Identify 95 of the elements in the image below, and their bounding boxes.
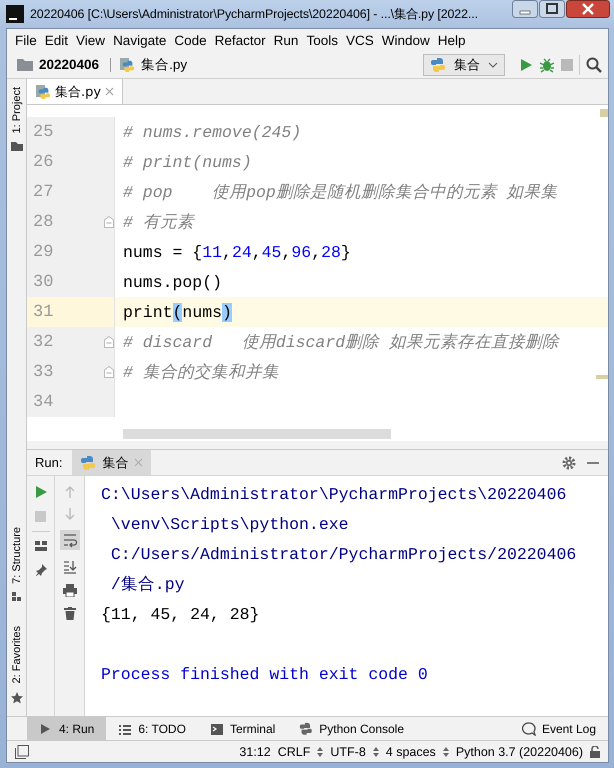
menu-item[interactable]: View [74,32,110,48]
menu-item[interactable]: Tools [304,32,343,48]
code-line: # 集合的交集和并集 [123,362,279,383]
tool-window-tab[interactable]: Event Log [510,717,608,740]
menu-item[interactable]: File [13,32,42,48]
console-line: \venv\Scripts\python.exe [110,514,350,536]
console-line: /集合.py [110,574,186,596]
line-number: 27 [33,182,54,202]
python-file-icon [119,56,136,72]
indent-selector[interactable]: 4 spaces [386,744,436,758]
fold-marker-icon[interactable] [104,216,114,228]
console-line: Process finished with exit code 0 [101,664,429,686]
event-log-icon [522,722,536,736]
tool-window-button[interactable]: 1: Project [10,83,22,138]
menu-item[interactable]: Code [172,32,212,48]
line-number: 30 [33,272,54,292]
run-label: Run: [35,455,62,470]
terminal-icon [210,722,224,736]
warning-stripe [600,109,608,117]
line-number: 28 [33,212,54,232]
line-number: 31 [33,302,54,322]
minimize-button[interactable] [512,0,538,18]
code-line: # 有元素 [123,212,194,233]
up-down-arrows-icon [317,746,324,756]
structure-icon [12,592,22,602]
print-icon[interactable] [62,584,76,597]
menu-item[interactable]: Window [380,32,435,48]
layout-icon[interactable] [34,541,46,551]
code-line: # print(nums) [123,152,252,172]
line-number: 25 [33,122,54,142]
run-button[interactable] [519,58,533,72]
line-number: 29 [33,242,54,262]
run-configuration-dropdown[interactable]: 集合 [423,54,505,76]
editor-tab[interactable]: 集合.py [27,79,124,104]
code-line: print(nums) [123,302,232,322]
menu-item[interactable]: VCS [344,32,379,48]
tool-window-tab[interactable]: Terminal [198,717,288,740]
app-logo-icon [6,5,24,23]
soft-wrap-icon[interactable] [60,530,80,550]
maximize-button[interactable] [539,0,565,18]
menu-item[interactable]: Navigate [111,32,172,48]
code-line: # nums.remove(245) [123,122,302,142]
menu-item[interactable]: Edit [42,32,74,48]
encoding-selector[interactable]: UTF-8 [330,744,366,758]
code-line: # pop 使用pop删除是随机删除集合中的元素 如果集 [123,182,558,203]
code-line: nums = {11,24,45,96,28} [123,242,351,262]
up-down-arrows-icon [372,746,379,756]
tool-window-tab[interactable]: 4: Run [27,717,106,740]
python-icon [430,56,446,72]
python-icon [80,454,96,470]
line-number: 34 [33,392,54,412]
interpreter-selector[interactable]: Python 3.7 (20220406) [456,744,583,758]
python-icon [299,722,314,736]
menu-item[interactable]: Refactor [212,32,271,48]
line-separator-selector[interactable]: CRLF [278,744,310,758]
pin-icon[interactable] [34,564,46,576]
close-icon[interactable] [105,87,114,96]
cursor-position[interactable]: 31:12 [239,744,271,758]
tool-window-button[interactable]: 2: Favorites [10,622,22,688]
warning-stripe [596,375,608,379]
console-line: C:/Users/Administrator/PycharmProjects/20220406 [110,544,576,566]
window-title: 20220406 [C:\Users\Administrator\PycharmProjects\20220406] - ...\集合.py [2022... [30,6,479,22]
breadcrumb[interactable]: 集合.py [141,56,188,74]
scroll-to-end-icon[interactable] [62,560,76,574]
fold-marker-icon[interactable] [104,336,114,348]
horizontal-scrollbar[interactable] [123,429,391,439]
run-tab[interactable]: 集合 [72,450,152,475]
close-button[interactable] [566,0,610,18]
up-down-arrows-icon [442,746,449,756]
lock-icon [590,746,600,758]
console-line: {11, 45, 24, 28} [101,604,260,626]
folder-icon [10,141,22,152]
tool-window-tab[interactable]: 6: TODO [106,717,198,740]
chevron-down-icon [488,62,498,68]
code-line: # discard 使用discard删除 如果元素存在直接删除 [123,332,560,353]
line-number: 26 [33,152,54,172]
line-number: 32 [33,332,54,352]
settings-icon[interactable] [562,456,576,470]
fold-marker-icon[interactable] [104,366,114,378]
line-number: 33 [33,362,54,382]
python-file-icon [35,84,51,100]
debug-button[interactable] [539,56,555,72]
menu-item[interactable]: Help [436,32,470,48]
folder-icon [17,58,33,71]
tool-windows-icon[interactable] [15,744,29,758]
trash-icon[interactable] [64,607,76,620]
breadcrumb[interactable]: 20220406 [39,57,100,72]
menu-item[interactable]: Run [272,32,304,48]
star-icon [10,692,22,704]
rerun-icon[interactable] [34,486,46,498]
code-line: nums.pop() [123,272,222,292]
tool-window-button[interactable]: 7: Structure [10,523,22,588]
console-line: C:\Users\Administrator\PycharmProjects\20220406 [101,484,568,506]
search-icon[interactable] [586,56,602,72]
tool-window-tab[interactable]: Python Console [287,717,416,740]
